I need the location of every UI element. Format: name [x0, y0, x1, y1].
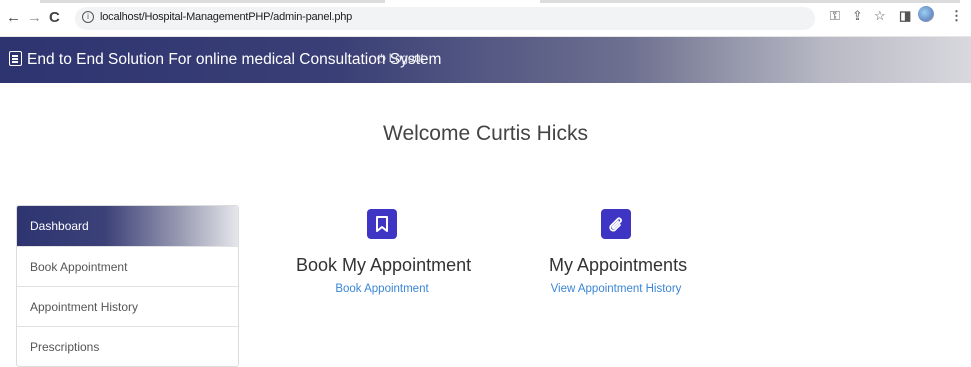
info-icon[interactable]: i — [82, 11, 94, 23]
card-title: Book My Appointment — [296, 255, 472, 275]
logout-label: Logout — [388, 53, 424, 65]
logout-link[interactable]: ⏻ Logout — [377, 53, 424, 66]
welcome-heading: Welcome Curtis Hicks — [383, 122, 588, 145]
hospital-icon — [9, 51, 22, 66]
book-appointment-link[interactable]: Book Appointment — [296, 283, 468, 295]
tab-strip-divider — [540, 0, 960, 3]
browser-toolbar: ← → C i localhost/Hospital-ManagementPHP… — [0, 0, 971, 37]
back-arrow-icon[interactable]: ← — [6, 9, 21, 27]
top-navbar: End to End Solution For online medical C… — [0, 37, 971, 83]
side-panel-icon[interactable]: ◨ — [899, 8, 911, 24]
sidebar-item-appointment-history[interactable]: Appointment History — [17, 286, 238, 326]
forward-arrow-icon[interactable]: → — [27, 9, 42, 27]
address-bar[interactable]: i localhost/Hospital-ManagementPHP/admin… — [75, 7, 815, 30]
view-appointment-history-link[interactable]: View Appointment History — [549, 283, 683, 295]
book-appointment-card: Book My Appointment Book Appointment — [296, 209, 472, 295]
menu-kebab-icon[interactable]: ⋮ — [950, 8, 963, 24]
url-text[interactable]: localhost/Hospital-ManagementPHP/admin-p… — [100, 11, 352, 23]
sidebar-item-dashboard[interactable]: Dashboard — [17, 206, 238, 246]
bookmark-icon — [367, 209, 397, 239]
paperclip-icon — [601, 209, 631, 239]
sidebar-item-prescriptions[interactable]: Prescriptions — [17, 326, 238, 366]
my-appointments-card: My Appointments View Appointment History — [549, 209, 688, 295]
sidebar-menu: Dashboard Book Appointment Appointment H… — [16, 205, 239, 367]
card-title: My Appointments — [549, 255, 688, 275]
sidebar-item-book-appointment[interactable]: Book Appointment — [17, 246, 238, 286]
power-icon: ⏻ — [377, 53, 386, 65]
tab-strip-divider — [40, 0, 385, 3]
share-icon[interactable]: ⇪ — [852, 8, 863, 24]
star-icon[interactable]: ☆ — [874, 8, 886, 24]
reload-icon[interactable]: C — [49, 9, 60, 27]
key-icon[interactable]: ⚿ — [830, 8, 840, 24]
profile-avatar-icon[interactable] — [918, 6, 934, 22]
